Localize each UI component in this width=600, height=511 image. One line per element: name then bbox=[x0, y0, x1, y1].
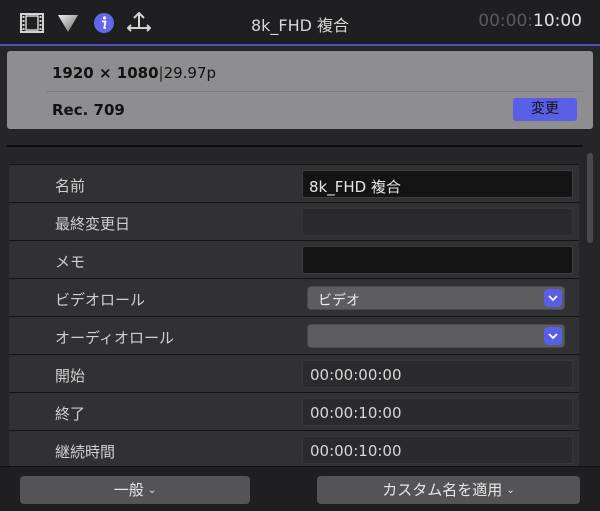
format-summary-panel: 1920 × 1080|29.97p Rec. 709 変更 bbox=[7, 51, 593, 129]
property-row-notes: メモ bbox=[9, 241, 579, 279]
share-icon[interactable] bbox=[127, 11, 151, 35]
property-row-name: 名前 8k_FHD 複合 bbox=[9, 165, 579, 203]
property-row-start: 開始 00:00:00:00 bbox=[9, 355, 579, 393]
apply-label: カスタム名を適用 bbox=[382, 481, 503, 499]
name-field[interactable]: 8k_FHD 複合 bbox=[302, 170, 573, 198]
change-button[interactable]: 変更 bbox=[513, 98, 577, 121]
video-role-value: ビデオ bbox=[318, 293, 360, 309]
property-row-modified: 最終変更日 bbox=[9, 203, 579, 241]
video-role-select[interactable]: ビデオ bbox=[307, 286, 565, 310]
audio-role-select[interactable] bbox=[307, 324, 565, 348]
inspector-toolbar: 8k_FHD 複合 00:00:10:00 bbox=[0, 0, 600, 46]
modified-field bbox=[302, 208, 573, 236]
start-field[interactable]: 00:00:00:00 bbox=[302, 360, 573, 388]
name-label: 名前 bbox=[55, 177, 86, 195]
section-divider bbox=[7, 145, 583, 147]
format-line: 1920 × 1080|29.97p bbox=[52, 64, 216, 82]
scrollbar[interactable] bbox=[585, 151, 595, 463]
timecode-bright: 10:00 bbox=[533, 11, 582, 31]
start-label: 開始 bbox=[55, 367, 86, 385]
framerate-text: 29.97p bbox=[163, 64, 217, 82]
general-menu-button[interactable]: 一般 ⌄ bbox=[20, 476, 250, 504]
timecode-dim: 00:00: bbox=[478, 11, 533, 31]
end-field[interactable]: 00:00:10:00 bbox=[302, 398, 573, 426]
clip-title: 8k_FHD 複合 bbox=[250, 16, 350, 35]
info-icon[interactable] bbox=[92, 11, 116, 35]
duration-label: 継続時間 bbox=[55, 443, 116, 461]
duration-field[interactable]: 00:00:10:00 bbox=[302, 436, 573, 464]
chevron-down-icon bbox=[544, 289, 562, 307]
chevron-down-icon: ⌄ bbox=[506, 485, 515, 496]
notes-field[interactable] bbox=[302, 246, 573, 274]
color-triangle-icon[interactable] bbox=[56, 11, 80, 35]
chevron-down-icon: ⌄ bbox=[147, 485, 157, 496]
summary-divider bbox=[46, 91, 583, 92]
film-icon[interactable] bbox=[20, 11, 44, 35]
chevron-down-icon bbox=[544, 327, 562, 345]
end-label: 終了 bbox=[55, 405, 86, 423]
modified-label: 最終変更日 bbox=[55, 215, 131, 233]
property-row-end: 終了 00:00:10:00 bbox=[9, 393, 579, 431]
property-row-duration: 継続時間 00:00:10:00 bbox=[9, 431, 579, 466]
properties-table: 名前 8k_FHD 複合 最終変更日 メモ ビデオロール ビデオ オーディオロー… bbox=[9, 164, 579, 466]
color-space-text: Rec. 709 bbox=[52, 101, 125, 119]
scroll-thumb[interactable] bbox=[587, 153, 593, 243]
property-row-video-role: ビデオロール ビデオ bbox=[9, 279, 579, 317]
timecode-display: 00:00:10:00 bbox=[478, 11, 582, 31]
audio-role-label: オーディオロール bbox=[55, 329, 174, 347]
video-role-label: ビデオロール bbox=[55, 291, 146, 309]
resolution-text: 1920 × 1080 bbox=[52, 64, 159, 82]
general-label: 一般 bbox=[113, 481, 144, 499]
property-row-audio-role: オーディオロール bbox=[9, 317, 579, 355]
apply-custom-name-button[interactable]: カスタム名を適用 ⌄ bbox=[317, 476, 580, 504]
bottom-bar: 一般 ⌄ カスタム名を適用 ⌄ bbox=[0, 466, 600, 511]
notes-label: メモ bbox=[55, 253, 86, 271]
